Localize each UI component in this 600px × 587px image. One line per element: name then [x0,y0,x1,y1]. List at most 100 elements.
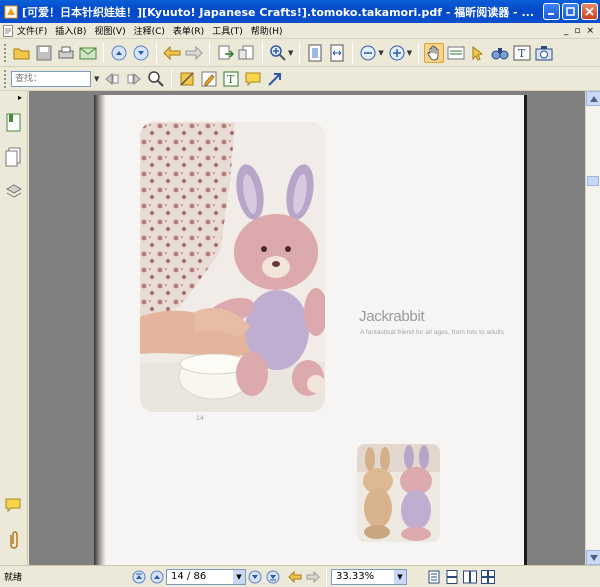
status-separator [326,566,327,587]
close-button[interactable] [581,3,598,20]
zoom-in-circle-icon[interactable] [387,43,407,63]
search-magnifier-icon[interactable] [146,69,166,89]
text-box-icon[interactable]: T [221,69,241,89]
menu-insert[interactable]: 插入(B) [55,24,86,37]
toolbar-separator [103,42,104,63]
hand-tool-icon[interactable] [424,42,445,63]
pencil-note-icon[interactable] [199,69,219,89]
vertical-scrollbar[interactable] [585,91,600,565]
toolbar-separator [352,42,354,63]
page-number-value: 14 / 86 [171,571,207,582]
menu-tools[interactable]: 工具(T) [212,24,243,37]
doc-menu-icon [3,24,13,37]
snapshot-camera-icon[interactable] [534,43,554,63]
doc-minimize-button[interactable]: _ [564,26,569,36]
arrow-draw-icon[interactable] [265,69,285,89]
article-subheading: A fantastical friend for all ages, from … [360,329,505,336]
toolbar-separator [299,42,301,63]
find-previous-icon[interactable] [102,69,122,89]
toolbar-grip[interactable] [4,69,7,88]
menu-bar: 文件(F) 插入(B) 视图(V) 注释(C) 表单(R) 工具(T) 帮助(H… [0,23,600,39]
comments-panel-icon[interactable] [5,497,23,517]
panel-collapse-icon[interactable]: ▸ [18,93,22,102]
zoom-level-field[interactable]: 33.33% ▼ [331,568,407,585]
zoom-out-circle-icon[interactable] [358,43,378,63]
fit-width-icon[interactable] [327,43,347,63]
page-dropdown-icon[interactable]: ▼ [233,569,245,584]
print-icon[interactable] [56,43,76,63]
scroll-up-icon[interactable] [586,91,600,106]
pages-thumbnail-icon[interactable] [5,147,23,167]
pdf-page: Jackrabbit A fantastical friend for all … [94,95,524,565]
first-page-icon[interactable] [132,570,146,584]
next-page-status-icon[interactable] [248,570,262,584]
left-navigation-panel: ▸ [0,91,28,565]
zoom-in-icon[interactable] [268,43,288,63]
article-heading: Jackrabbit [359,308,425,325]
search-input[interactable] [11,70,91,87]
foxit-app-icon [4,5,18,19]
menu-file[interactable]: 文件(F) [17,24,47,37]
prev-page-status-icon[interactable] [150,570,164,584]
toolbar-separator [156,42,157,63]
comment-note-icon[interactable] [243,69,263,89]
back-status-icon[interactable] [288,570,302,584]
menu-view[interactable]: 视图(V) [94,24,125,37]
zoom-in-dropdown-icon[interactable]: ▼ [407,49,412,57]
doc-close-button[interactable]: × [586,26,594,36]
bunny-photo-main [140,122,325,412]
toolbar-separator [209,42,210,63]
zoom-out-dropdown-icon[interactable]: ▼ [378,49,383,57]
minimize-button[interactable] [543,3,560,20]
text-select-icon[interactable] [446,43,466,63]
attachment-paperclip-icon[interactable] [5,531,23,551]
previous-page-icon[interactable] [109,43,129,63]
menu-form[interactable]: 表单(R) [173,24,204,37]
scroll-thumb[interactable] [587,176,599,186]
save-icon[interactable] [34,43,54,63]
bookmarks-icon[interactable] [5,113,23,133]
toolbar-grip[interactable] [4,43,7,62]
doc-restore-button[interactable]: ▫ [574,26,580,36]
menu-comment[interactable]: 注释(C) [134,24,165,37]
zoom-level-dropdown-icon[interactable]: ▼ [394,569,406,584]
menu-help[interactable]: 帮助(H) [251,24,283,37]
extract-page-icon[interactable] [215,43,235,63]
zoom-dropdown-icon[interactable]: ▼ [288,49,293,57]
find-next-icon[interactable] [124,69,144,89]
typewriter-icon[interactable]: T [512,43,532,63]
next-page-icon[interactable] [131,43,151,63]
facing-view-icon[interactable] [463,570,477,584]
find-binoculars-icon[interactable] [490,43,510,63]
page-number-field[interactable]: 14 / 86 ▼ [166,568,246,585]
insert-page-icon[interactable] [237,43,257,63]
forward-status-icon[interactable] [306,570,320,584]
bunny-photo-pair [357,444,440,542]
status-bar: 就绪 14 / 86 ▼ 33.33% ▼ [0,565,600,587]
back-arrow-icon[interactable] [162,43,182,63]
email-icon[interactable] [78,43,98,63]
search-dropdown-icon[interactable]: ▼ [94,75,99,83]
continuous-facing-view-icon[interactable] [481,569,495,584]
single-page-view-icon[interactable] [427,570,441,584]
continuous-view-icon[interactable] [445,569,459,584]
window-title: [可爱！日本针织娃娃！][Kyuuto! Japanese Crafts!].t… [22,5,534,19]
printed-page-number: 14 [196,415,204,422]
svg-text:T: T [518,47,526,60]
scroll-down-icon[interactable] [586,550,600,565]
toolbar-separator [262,42,263,63]
document-viewer[interactable]: Jackrabbit A fantastical friend for all … [29,91,585,565]
secondary-toolbar: ▼ T [0,67,600,91]
svg-text:T: T [227,73,235,86]
last-page-icon[interactable] [266,570,280,584]
layers-icon[interactable] [5,181,23,201]
toolbar-separator [418,42,420,63]
forward-arrow-icon[interactable] [184,43,204,63]
fit-page-icon[interactable] [305,43,325,63]
select-arrow-icon[interactable] [468,43,488,63]
title-bar[interactable]: [可爱！日本针织娃娃！][Kyuuto! Japanese Crafts!].t… [0,0,600,23]
open-folder-icon[interactable] [12,43,32,63]
maximize-button[interactable] [562,3,579,20]
no-annotation-icon[interactable] [177,69,197,89]
main-toolbar: ▼ ▼ ▼ T [0,39,600,67]
